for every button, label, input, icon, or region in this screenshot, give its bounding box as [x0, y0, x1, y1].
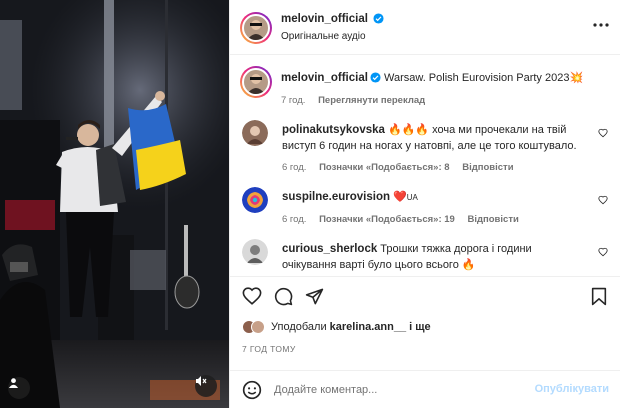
liker-username[interactable]: karelina.ann__: [330, 321, 406, 333]
comment-time[interactable]: 6 год.: [282, 214, 306, 225]
like-comment-heart-icon[interactable]: [598, 195, 608, 208]
smiley-icon[interactable]: [242, 380, 262, 403]
comments-list[interactable]: melovin_official Warsaw. Polish Eurovisi…: [230, 56, 620, 276]
comment-emoji: 🔥🔥🔥: [387, 124, 430, 136]
verified-badge-icon: [373, 13, 384, 27]
comment-time[interactable]: 6 год.: [282, 162, 306, 173]
like-comment-heart-icon[interactable]: [598, 247, 608, 260]
comment-composer: Опублікувати: [230, 370, 620, 408]
comment-likes[interactable]: Позначки «Подобається»: 8: [319, 162, 449, 173]
commenter-avatar[interactable]: [242, 239, 268, 265]
comment-row: curious_sherlock Трошки тяжка дорога і г…: [230, 239, 620, 276]
verified-badge-icon: [370, 72, 381, 88]
liker-avatar[interactable]: [251, 320, 265, 334]
likes-others-link[interactable]: і ще: [409, 321, 431, 333]
author-username[interactable]: melovin_official: [281, 13, 368, 25]
comment-username[interactable]: curious_sherlock: [282, 243, 377, 255]
commenter-avatar[interactable]: [242, 120, 268, 146]
publish-button[interactable]: Опублікувати: [535, 383, 609, 395]
reply-button[interactable]: Відповісти: [467, 214, 518, 225]
reply-button[interactable]: Відповісти: [462, 162, 513, 173]
comment-text: UA: [406, 193, 418, 202]
author-avatar[interactable]: [240, 66, 272, 98]
save-bookmark-icon[interactable]: [591, 287, 607, 309]
commenter-avatar[interactable]: [242, 187, 268, 213]
share-paper-plane-icon[interactable]: [305, 287, 324, 309]
comment-input[interactable]: [274, 381, 524, 399]
comment-emoji: 🔥: [461, 259, 476, 271]
comment-row: suspilne.eurovision ❤️UA 6 год. Позначки…: [230, 187, 620, 231]
comment-emoji: ❤️: [393, 191, 407, 203]
comment-likes[interactable]: Позначки «Подобається»: 19: [319, 214, 455, 225]
caption-row: melovin_official Warsaw. Polish Eurovisi…: [230, 66, 620, 116]
likes-prefix: Уподобали: [271, 321, 327, 333]
caption-time[interactable]: 7 год.: [281, 95, 305, 106]
caption-username[interactable]: melovin_official: [281, 72, 368, 84]
like-comment-heart-icon[interactable]: [598, 128, 608, 141]
tagged-user-icon[interactable]: [8, 377, 30, 399]
concert-scene: [0, 0, 229, 408]
post-timestamp[interactable]: 7 ГОД ТОМУ: [242, 344, 296, 354]
like-heart-icon[interactable]: [242, 287, 262, 308]
comment-username[interactable]: suspilne.eurovision: [282, 191, 390, 203]
comment-row: polinakutsykovska 🔥🔥🔥 хоча ми прочекали …: [230, 120, 620, 180]
post-detail-panel: melovin_official Оригінальне аудіо melov…: [229, 0, 620, 408]
more-horizontal-icon[interactable]: [593, 18, 609, 30]
comment-bubble-icon[interactable]: [274, 287, 293, 309]
author-avatar[interactable]: [240, 12, 272, 44]
post-actions-bar: [230, 276, 620, 316]
audio-muted-icon[interactable]: [195, 375, 217, 397]
post-header: melovin_official Оригінальне аудіо: [230, 0, 620, 55]
audio-label[interactable]: Оригінальне аудіо: [281, 31, 366, 42]
post-media-video[interactable]: [0, 0, 229, 408]
see-translation-link[interactable]: Переглянути переклад: [318, 95, 425, 106]
comment-username[interactable]: polinakutsykovska: [282, 124, 385, 136]
likes-summary: Уподобали karelina.ann__ і ще: [242, 320, 431, 334]
caption-emoji: 💥: [569, 72, 584, 84]
caption-text: Warsaw. Polish Eurovision Party 2023: [383, 72, 570, 84]
